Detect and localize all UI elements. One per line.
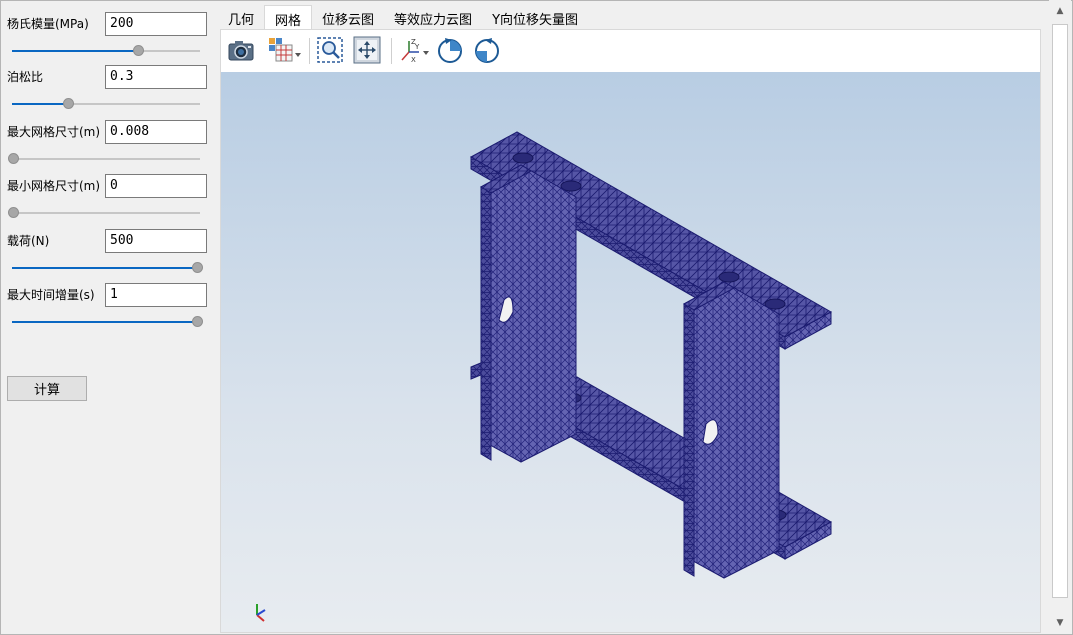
viewer-toolbar: Z Y X [221, 30, 1040, 72]
param-label: 杨氏模量(MPa) [7, 17, 89, 31]
youngs-modulus-slider[interactable] [8, 45, 204, 57]
parameter-panel: 杨氏模量(MPa) 200 泊松比 0.3 最大网格尺寸(m) 0.008 最小… [0, 0, 218, 635]
scroll-up-icon[interactable]: ▲ [1049, 0, 1071, 22]
tab-geometry[interactable]: 几何 [218, 5, 264, 29]
svg-text:Y: Y [414, 43, 420, 51]
rotate-ccw-icon[interactable] [472, 35, 502, 65]
zoom-box-icon[interactable] [315, 35, 345, 65]
calculate-button[interactable]: 计算 [7, 376, 87, 401]
poisson-ratio-input[interactable]: 0.3 [105, 65, 207, 89]
param-label: 最大时间增量(s) [7, 288, 95, 302]
mesh-tab-pane: Z Y X [220, 29, 1041, 633]
fit-view-icon[interactable] [352, 35, 382, 65]
axes-icon[interactable]: Z Y X [397, 35, 429, 65]
param-max-time-increment: 最大时间增量(s) 1 [0, 283, 218, 337]
svg-text:X: X [411, 56, 416, 64]
max-mesh-size-input[interactable]: 0.008 [105, 120, 207, 144]
param-label: 最大网格尺寸(m) [7, 125, 101, 139]
param-min-mesh-size: 最小网格尺寸(m) 0 [0, 174, 218, 228]
toolbar-separator [309, 38, 310, 64]
param-label: 载荷(N) [7, 234, 50, 248]
param-max-mesh-size: 最大网格尺寸(m) 0.008 [0, 120, 218, 174]
toolbar-separator [391, 38, 392, 64]
scroll-thumb[interactable] [1052, 24, 1068, 598]
param-youngs-modulus: 杨氏模量(MPa) 200 [0, 12, 218, 66]
rotate-cw-icon[interactable] [435, 35, 465, 65]
param-label: 最小网格尺寸(m) [7, 179, 101, 193]
tab-mesh[interactable]: 网格 [264, 5, 313, 29]
tab-displacement-contour[interactable]: 位移云图 [312, 5, 384, 29]
tab-von-mises-contour[interactable]: 等效应力云图 [384, 5, 482, 29]
min-mesh-size-slider[interactable] [8, 207, 204, 219]
poisson-ratio-slider[interactable] [8, 98, 204, 110]
param-poisson-ratio: 泊松比 0.3 [0, 65, 218, 119]
param-load: 载荷(N) 500 [0, 229, 218, 283]
tab-y-displacement-vector[interactable]: Y向位移矢量图 [482, 5, 588, 29]
scroll-down-icon[interactable]: ▼ [1049, 612, 1071, 634]
max-mesh-size-slider[interactable] [8, 153, 204, 165]
mesh-viewport[interactable] [221, 72, 1040, 632]
mesh-model [256, 131, 833, 622]
tab-bar: 几何 网格 位移云图 等效应力云图 Y向位移矢量图 [218, 5, 588, 29]
load-input[interactable]: 500 [105, 229, 207, 253]
load-slider[interactable] [8, 262, 204, 274]
camera-icon[interactable] [226, 35, 256, 65]
max-time-increment-slider[interactable] [8, 316, 204, 328]
view-cube-icon[interactable] [266, 35, 301, 65]
youngs-modulus-input[interactable]: 200 [105, 12, 207, 36]
axes-triad [256, 604, 266, 622]
param-label: 泊松比 [7, 70, 44, 84]
vertical-scrollbar[interactable]: ▲ ▼ [1049, 0, 1071, 634]
max-time-increment-input[interactable]: 1 [105, 283, 207, 307]
min-mesh-size-input[interactable]: 0 [105, 174, 207, 198]
